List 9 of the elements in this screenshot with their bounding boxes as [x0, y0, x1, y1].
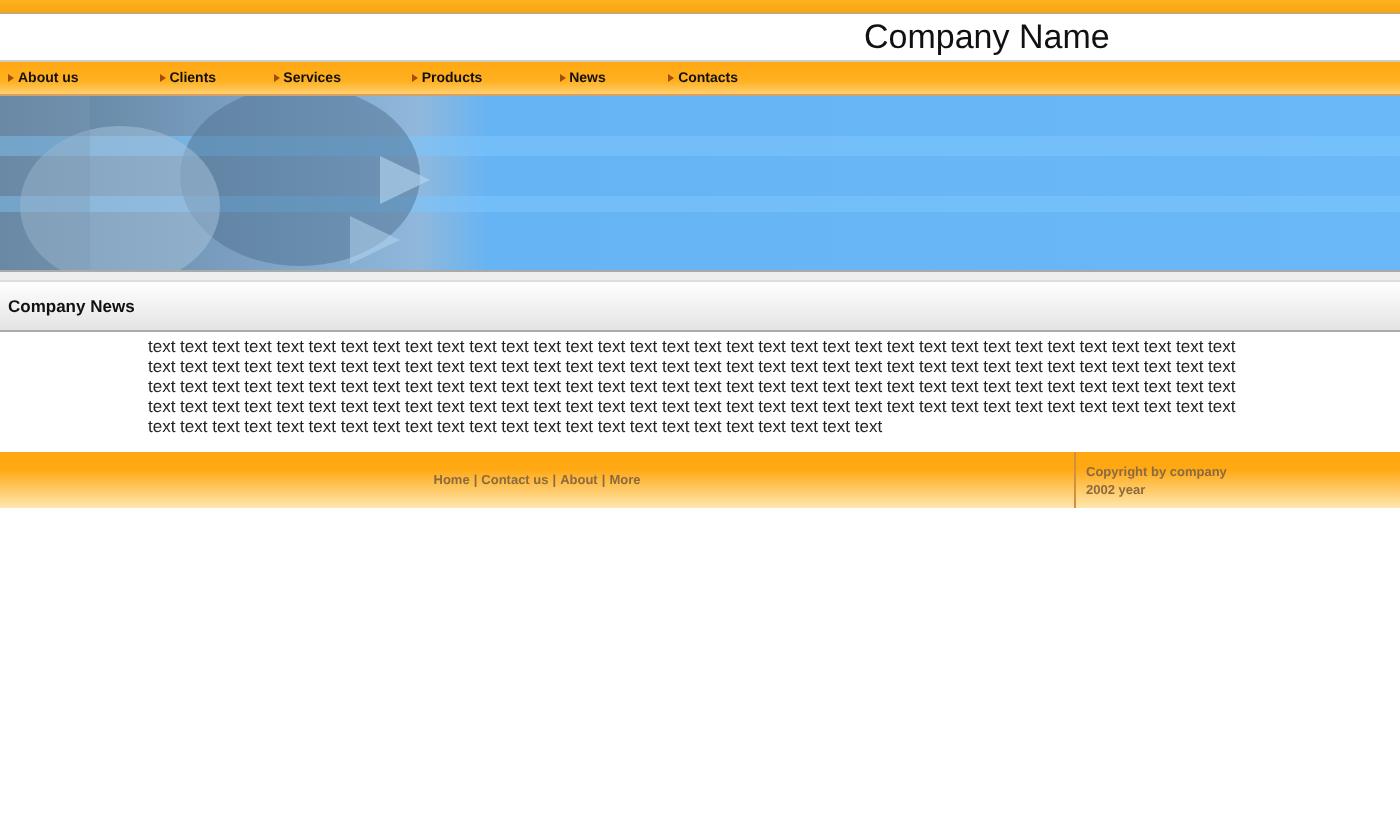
- bullet-icon: [668, 74, 675, 82]
- bullet-icon: [159, 74, 166, 82]
- company-name: Company Name: [864, 17, 1110, 57]
- bullet-icon: [559, 74, 566, 82]
- bullet-icon: [273, 74, 280, 82]
- bullet-icon: [411, 74, 418, 82]
- section-title: Company News: [8, 296, 135, 316]
- bullet-icon: [8, 74, 14, 82]
- news-text: text text text text text text text text text text text text text text text text text text text text text text text text text text text text text text text text text text text text text text text text text text text text text text text text text text text text text text text text text text text text text text text text text text text text text text text text text text text text text text text text text text text text text text text text text text text text text text text text text text text text text text text text text text text text text text text text text text text text text text text text text text text text text text text text text text text text text text text text text text text text text text text text text text text text text text text text text text text text text text text: [148, 336, 1238, 440]
